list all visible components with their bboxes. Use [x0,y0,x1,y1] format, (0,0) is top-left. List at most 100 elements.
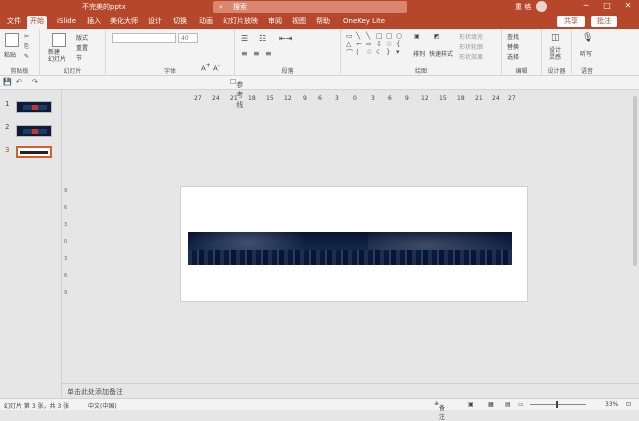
share-button[interactable]: 共享 [557,16,585,27]
comments-button[interactable]: 批注 [591,16,617,27]
tab-design[interactable]: 设计 [145,16,165,29]
font-name-dropdown[interactable] [112,33,176,43]
triangle-shape-icon[interactable]: △ [346,40,356,48]
reset-button[interactable]: 重置 [76,43,88,52]
star-shape-icon[interactable]: ☆ [386,40,396,48]
avatar[interactable] [536,1,547,12]
shapes-gallery[interactable]: ▭ ╲ ╲ □ ▢ ○ △ ⌐ ⇨ ⇩ ☆{ ⌒ ⟨ ☆ ☾} ▾ [346,32,406,58]
reading-view-icon[interactable]: ▤ [505,401,511,408]
textbox-shape-icon[interactable]: ▭ [346,32,356,40]
normal-view-icon[interactable]: ▣ [468,401,474,408]
align-left-icon[interactable]: ≡ [241,49,248,58]
language-indicator[interactable]: 中文(中国) [88,401,117,410]
ruler-tick: 18 [457,95,465,102]
ruler-tick: 24 [212,95,220,102]
arrange-button[interactable]: 排列 [413,49,425,58]
grow-font-icon[interactable]: A+ [201,63,211,72]
select-button[interactable]: 选择 [507,52,519,61]
notes-toggle-button[interactable]: ≙ 备注 [434,401,445,421]
more-shapes-icon[interactable]: ▾ [396,48,406,56]
bracket-shape-icon[interactable]: ⟨ [356,48,366,56]
layout-button[interactable]: 版式 [76,33,88,42]
corner-shape-icon[interactable]: ⌐ [356,40,366,48]
brace-shape-icon[interactable]: } [386,48,396,56]
tab-animations[interactable]: 动画 [196,16,216,29]
tab-review[interactable]: 审阅 [265,16,285,29]
cut-icon[interactable]: ✂ [24,33,29,40]
replace-button[interactable]: 替换 [507,42,519,51]
format-painter-icon[interactable]: ✎ [24,53,29,60]
close-button[interactable]: ✕ [622,1,634,10]
quick-access-toolbar: 💾 ↶ ↷ ☐ 参考线 [0,76,639,109]
slide-thumbnail-1[interactable] [16,101,52,113]
font-size-dropdown[interactable]: 40 [178,33,198,43]
new-slide-button[interactable]: 新建 幻灯片 [48,49,66,63]
microphone-icon[interactable]: 🎙 [582,33,593,43]
slideshow-icon[interactable]: ▭ [518,401,524,408]
tab-onekey[interactable]: OneKey Lite [340,16,388,29]
save-icon[interactable]: 💾 [3,78,12,86]
indent-icon[interactable]: ⇤⇥ [279,34,292,43]
notes-pane[interactable]: 单击此处添加备注 [62,383,639,398]
brace-shape-icon[interactable]: { [396,40,406,48]
moon-shape-icon[interactable]: ☾ [376,48,386,56]
tab-home[interactable]: 开始 [27,16,47,29]
maximize-button[interactable]: □ [601,1,613,10]
align-center-icon[interactable]: ≡ [253,49,260,58]
quick-styles-button[interactable]: 快速样式 [429,49,453,58]
fit-to-window-icon[interactable]: ⊡ [626,401,631,408]
city-night-banner-image[interactable] [188,232,512,265]
rounded-rect-shape-icon[interactable]: ▢ [386,32,396,40]
user-name[interactable]: 重 格 [515,2,531,12]
tab-meihua[interactable]: 美化大师 [107,16,141,29]
minimize-button[interactable]: ─ [580,1,592,10]
vertical-scrollbar[interactable] [631,90,639,383]
tab-islide[interactable]: iSlide [54,16,79,29]
shape-outline-button[interactable]: 形状轮廓 [459,42,483,51]
tab-help[interactable]: 帮助 [313,16,333,29]
designer-group-label: 设计器 [547,68,566,75]
oval-shape-icon[interactable]: ○ [396,32,406,40]
paste-icon[interactable] [5,33,19,47]
tab-slideshow[interactable]: 幻灯片放映 [220,16,261,29]
slide-sorter-icon[interactable]: ▦ [488,401,494,408]
curve-shape-icon[interactable]: ⌒ [346,48,356,57]
tab-view[interactable]: 视图 [289,16,309,29]
guides-checkbox[interactable]: ☐ 参考线 [230,78,243,109]
dictate-button[interactable]: 听写 [580,49,592,58]
arrow-shape-icon[interactable]: ⇩ [376,40,386,48]
undo-icon[interactable]: ↶ [16,78,22,86]
design-ideas-button[interactable]: 设计 灵感 [549,47,561,61]
bullets-icon[interactable]: ☰ [241,34,248,43]
tab-file[interactable]: 文件 [4,16,24,29]
align-right-icon[interactable]: ≡ [265,49,272,58]
slide-thumbnail-2[interactable] [16,125,52,137]
new-slide-icon[interactable] [52,33,66,47]
tab-transitions[interactable]: 切换 [170,16,190,29]
design-ideas-icon[interactable]: ◫ [551,33,560,43]
find-button[interactable]: 查找 [507,32,519,41]
scrollbar-thumb[interactable] [633,96,637,266]
quick-styles-icon[interactable]: ◩ [434,33,440,40]
slide-canvas[interactable] [180,186,528,302]
arrow-shape-icon[interactable]: ⇨ [366,40,376,48]
zoom-slider[interactable] [530,404,586,405]
line-shape-icon[interactable]: ╲ [356,32,366,40]
slide-thumbnail-3[interactable] [16,146,52,158]
star-shape-icon[interactable]: ☆ [366,48,376,56]
arrange-icon[interactable]: ▣ [414,33,420,40]
zoom-slider-knob[interactable] [556,401,558,408]
numbering-icon[interactable]: ☷ [259,34,266,43]
shape-effects-button[interactable]: 形状效果 [459,52,483,61]
line-shape-icon[interactable]: ╲ [366,32,376,40]
zoom-level[interactable]: 33% [605,401,618,408]
tab-insert[interactable]: 插入 [84,16,104,29]
rect-shape-icon[interactable]: □ [376,32,386,40]
copy-icon[interactable]: ⎘ [24,43,29,51]
search-box[interactable]: ⌕ 搜索 [213,1,407,13]
paste-button[interactable]: 粘贴 [4,50,16,59]
shape-fill-button[interactable]: 形状填充 [459,32,483,41]
redo-icon[interactable]: ↷ [32,78,38,86]
shrink-font-icon[interactable]: A- [213,63,220,72]
section-button[interactable]: 节 [76,53,82,62]
